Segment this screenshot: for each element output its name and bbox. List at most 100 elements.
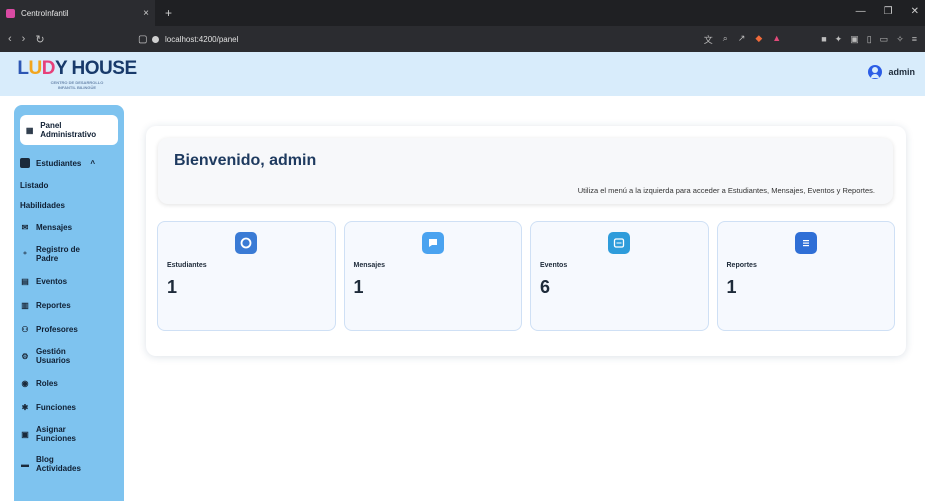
url-text[interactable]: localhost:4200/panel	[165, 35, 238, 44]
blog-icon: ▬	[21, 459, 29, 469]
forward-icon[interactable]: ›	[22, 33, 26, 46]
users-gear-icon: ⚙	[21, 351, 29, 361]
browser-tab-bar: CentroInfantil × + — ❐ ✕	[0, 0, 925, 26]
browser-tab[interactable]: CentroInfantil ×	[0, 0, 155, 26]
url-field[interactable]: localhost:4200/panel	[152, 35, 704, 44]
sidebar-item-label: Reportes	[36, 300, 71, 310]
brave-shield-icon[interactable]: ◆	[755, 33, 762, 46]
extension-icon[interactable]: ■	[821, 34, 826, 45]
tab-close-icon[interactable]: ×	[143, 8, 149, 19]
envelope-icon: ✉	[21, 222, 29, 232]
welcome-panel: Bienvenido, admin Utiliza el menú a la i…	[158, 138, 893, 204]
app-header: LUDY HOUSE CENTRO DE DESARROLLO INFANTIL…	[0, 52, 925, 96]
tab-title: CentroInfantil	[21, 8, 69, 18]
welcome-title: Bienvenido, admin	[174, 152, 317, 169]
stats-row: Estudiantes 1 Mensajes 1 Eventos 6 Repor…	[157, 221, 895, 331]
puzzle-icon: ✱	[21, 402, 29, 412]
sidebar: ▦ Panel Administrativo Estudiantes ^ Lis…	[14, 105, 124, 501]
reload-icon[interactable]: ↻	[35, 33, 44, 46]
new-tab-button[interactable]: +	[165, 6, 172, 20]
bookmark-icon[interactable]: ▢	[138, 34, 152, 45]
sidebar-item-label: Eventos	[36, 276, 68, 286]
sidebar-subitem-listado[interactable]: Listado	[14, 175, 124, 195]
chat-icon	[421, 232, 444, 254]
sidebar-item-label: Roles	[36, 378, 58, 388]
sidebar-item-roles[interactable]: ◉ Roles	[14, 371, 124, 395]
sidebar-toggle-icon[interactable]: ▯	[867, 34, 872, 45]
sidebar-item-label: Mensajes	[36, 222, 73, 232]
sidebar-item-eventos[interactable]: ▤ Eventos	[14, 269, 124, 293]
restore-icon[interactable]: ❐	[884, 6, 893, 17]
sidebar-item-profesores[interactable]: ⚇ Profesores	[14, 317, 124, 341]
back-icon[interactable]: ‹	[8, 33, 12, 46]
stat-label: Reportes	[726, 262, 757, 269]
rewards-icon[interactable]: ▲	[772, 33, 781, 46]
assign-icon: ▣	[21, 429, 29, 439]
sidebar-item-label: Asignar Funciones	[36, 425, 77, 443]
add-user-icon: ⁺	[22, 249, 28, 259]
welcome-text: Utiliza el menú a la izquierda para acce…	[577, 186, 875, 195]
address-tools: 文 ⌕ ↗ ◆ ▲	[704, 33, 781, 46]
sidebar-item-label: Profesores	[36, 324, 78, 334]
sidebar-item-registro-padre[interactable]: ⁺ Registro de Padre	[14, 239, 124, 269]
close-window-icon[interactable]: ✕	[911, 6, 919, 17]
sidebar-item-funciones[interactable]: ✱ Funciones	[14, 395, 124, 419]
zoom-icon[interactable]: ⌕	[723, 33, 728, 46]
address-bar: ‹ › ↻ ▢ localhost:4200/panel 文 ⌕ ↗ ◆ ▲ ■…	[0, 26, 925, 52]
stat-label: Mensajes	[353, 262, 386, 269]
sidebar-item-label: Panel Administrativo	[40, 121, 97, 139]
report-icon: ▥	[21, 300, 29, 310]
sidebar-item-gestion-usuarios[interactable]: ⚙ Gestión Usuarios	[14, 341, 124, 371]
minimize-icon[interactable]: —	[856, 6, 866, 17]
stat-label: Estudiantes	[167, 262, 207, 269]
stat-value: 1	[726, 277, 737, 297]
sidebar-item-label: Funciones	[36, 402, 77, 412]
extensions-area: ■ ✦ ▣ ▯ ▭ ✧ ≡	[821, 34, 917, 45]
puzzle-extension-icon[interactable]: ✦	[835, 34, 843, 45]
sidebar-item-estudiantes[interactable]: Estudiantes ^	[14, 151, 124, 175]
stat-card-estudiantes[interactable]: Estudiantes 1	[157, 221, 336, 331]
sidebar-subitem-habilidades[interactable]: Habilidades	[14, 195, 124, 215]
stat-value: 6	[540, 277, 551, 297]
sidebar-item-asignar-funciones[interactable]: ▣ Asignar Funciones	[14, 419, 124, 449]
stat-value: 1	[167, 277, 178, 297]
favicon-icon	[6, 8, 15, 18]
report-icon	[794, 232, 817, 254]
sidebar-item-blog-actividades[interactable]: ▬ Blog Actividades	[14, 449, 124, 479]
sidebar-item-panel[interactable]: ▦ Panel Administrativo	[20, 115, 118, 145]
sidebar-item-label: Blog Actividades	[36, 455, 81, 473]
sidebar-item-label: Registro de Padre	[36, 245, 81, 263]
sidebar-item-mensajes[interactable]: ✉ Mensajes	[14, 215, 124, 239]
logo-subtitle-2: INFANTIL BILINGÜE	[57, 85, 97, 90]
logo-text: LUDY HOUSE	[17, 58, 137, 79]
user-menu[interactable]: admin	[868, 65, 915, 79]
logo[interactable]: LUDY HOUSE CENTRO DE DESARROLLO INFANTIL…	[16, 58, 138, 90]
user-name: admin	[888, 67, 915, 77]
share-icon[interactable]: ↗	[738, 33, 746, 46]
stat-card-mensajes[interactable]: Mensajes 1	[343, 221, 522, 331]
site-info-icon[interactable]	[152, 35, 159, 43]
sidebar-item-label: Gestión Usuarios	[36, 347, 71, 365]
leo-icon[interactable]: ✧	[896, 34, 904, 45]
screenshot-icon[interactable]: ▣	[850, 34, 859, 45]
nav-buttons: ‹ › ↻	[8, 33, 138, 46]
stat-card-reportes[interactable]: Reportes 1	[716, 221, 895, 331]
calendar-event-icon	[608, 232, 630, 254]
menu-icon[interactable]: ≡	[912, 34, 917, 45]
students-icon	[20, 158, 30, 168]
stat-value: 1	[353, 277, 364, 297]
sidebar-item-label: Estudiantes	[36, 158, 82, 168]
wallet-icon[interactable]: ▭	[880, 34, 889, 45]
translate-icon[interactable]: 文	[704, 33, 713, 46]
chevron-up-icon: ^	[90, 158, 96, 168]
dashboard-icon: ▦	[25, 125, 34, 135]
teachers-icon: ⚇	[21, 324, 29, 334]
stat-card-eventos[interactable]: Eventos 6	[530, 221, 709, 331]
graduation-cap-icon	[235, 232, 257, 254]
stat-label: Eventos	[540, 262, 568, 269]
dashboard-card: Bienvenido, admin Utiliza el menú a la i…	[146, 126, 906, 356]
user-avatar-icon	[868, 65, 883, 79]
sidebar-item-reportes[interactable]: ▥ Reportes	[14, 293, 124, 317]
window-controls: — ❐ ✕	[856, 6, 919, 17]
calendar-icon: ▤	[21, 276, 29, 286]
